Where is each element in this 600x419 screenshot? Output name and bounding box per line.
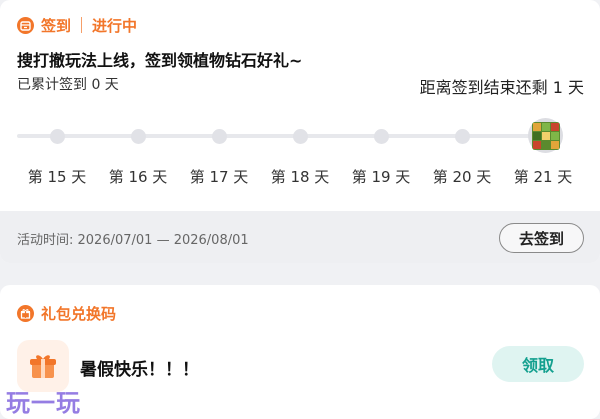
reward-item-icon[interactable]	[528, 118, 563, 153]
day-label-15: 第 15 天	[27, 168, 87, 186]
progress-dot-day-20	[455, 129, 470, 144]
go-checkin-button[interactable]: 去签到	[499, 223, 584, 253]
claim-button[interactable]: 领取	[492, 346, 584, 382]
day-label-21: 第 21 天	[513, 168, 573, 186]
checkin-status: 进行中	[92, 16, 138, 35]
checkin-footer: 活动时间: 2026/07/01 — 2026/08/01 去签到	[0, 211, 600, 263]
remaining-days: 距离签到结束还剩 1 天	[419, 78, 584, 97]
checkin-card: 签到 进行中 搜打撤玩法上线，签到领植物钻石好礼~ 已累计签到 0 天 距离签到…	[0, 0, 600, 263]
watermark-logo: 玩一玩	[6, 388, 81, 417]
checkin-header: 签到 进行中	[17, 14, 137, 36]
progress-dot-day-15	[50, 129, 65, 144]
activity-period: 活动时间: 2026/07/01 — 2026/08/01	[17, 233, 249, 248]
progress-dot-day-17	[212, 129, 227, 144]
cumulative-days: 已累计签到 0 天	[17, 77, 119, 93]
progress-dot-day-18	[293, 129, 308, 144]
gift-title: 礼包兑换码	[41, 304, 117, 323]
checkin-title: 签到	[41, 16, 72, 35]
day-label-20: 第 20 天	[432, 168, 492, 186]
day-label-18: 第 18 天	[270, 168, 330, 186]
day-label-17: 第 17 天	[189, 168, 249, 186]
gift-code-card: 礼包兑换码 暑假快乐！！！ 领取	[0, 285, 600, 419]
calendar-icon	[17, 16, 34, 34]
progress-dot-day-16	[131, 129, 146, 144]
gift-header: 礼包兑换码	[17, 302, 116, 324]
day-label-16: 第 16 天	[108, 168, 168, 186]
event-headline: 搜打撤玩法上线，签到领植物钻石好礼~	[17, 51, 303, 70]
day-label-19: 第 19 天	[351, 168, 411, 186]
progress-dot-day-19	[374, 129, 389, 144]
header-divider	[81, 17, 83, 33]
gift-icon	[17, 304, 34, 322]
gift-name: 暑假快乐！！！	[80, 360, 199, 380]
